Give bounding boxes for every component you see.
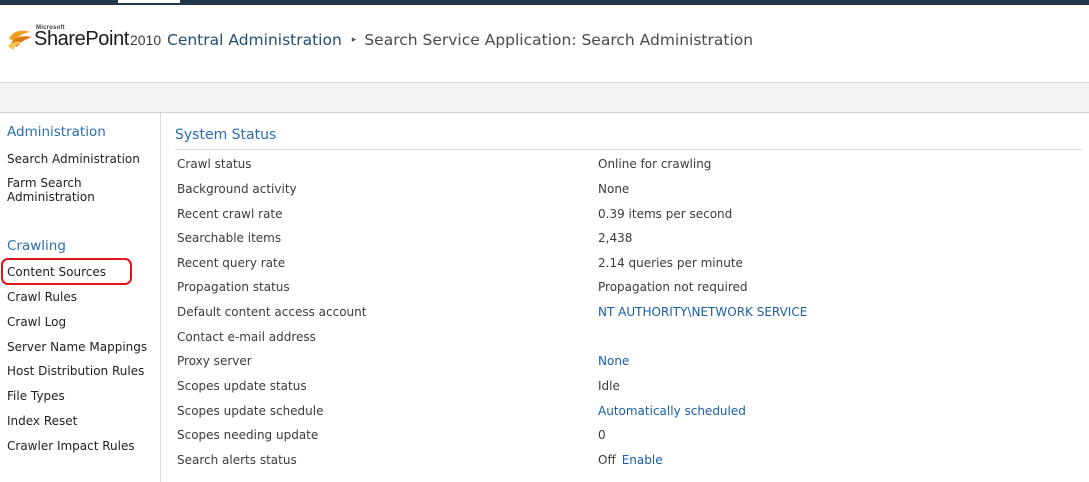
- logo-product-name: SharePoint2010: [34, 28, 161, 51]
- status-row-search-alerts-status: Search alerts status Off Enable: [177, 453, 1082, 477]
- sharepoint-logo-icon: [8, 30, 32, 50]
- nav-item-index-reset[interactable]: Index Reset: [7, 414, 77, 428]
- status-row-contact-email: Contact e-mail address: [177, 330, 1082, 354]
- status-label: Default content access account: [177, 305, 367, 319]
- status-row-crawl-status: Crawl status Online for crawling: [177, 157, 1082, 181]
- status-label: Proxy server: [177, 354, 252, 368]
- status-label: Background activity: [177, 182, 297, 196]
- status-label: Scopes needing update: [177, 428, 319, 442]
- section-divider: [175, 149, 1082, 150]
- status-value: Online for crawling: [598, 157, 712, 171]
- status-value: 0.39 items per second: [598, 207, 733, 221]
- logo-year: 2010: [129, 32, 162, 48]
- status-value: 2.14 queries per minute: [598, 256, 743, 270]
- nav-heading-crawling[interactable]: Crawling: [7, 238, 66, 254]
- status-label: Search alerts status: [177, 453, 297, 467]
- status-label: Scopes update schedule: [177, 404, 324, 418]
- status-row-default-content-access-account: Default content access account NT AUTHOR…: [177, 305, 1082, 329]
- status-value: Off Enable: [598, 453, 663, 467]
- nav-item-crawl-log[interactable]: Crawl Log: [7, 315, 66, 329]
- system-status-section: System Status Crawl status Online for cr…: [175, 113, 1083, 482]
- breadcrumb-current-page: Search Service Application: Search Admin…: [364, 31, 754, 49]
- nav-item-file-types[interactable]: File Types: [7, 389, 65, 403]
- status-label: Crawl status: [177, 157, 252, 171]
- status-value: Propagation not required: [598, 280, 748, 294]
- status-label: Propagation status: [177, 280, 290, 294]
- section-title-system-status: System Status: [175, 127, 277, 143]
- status-label: Recent crawl rate: [177, 207, 283, 221]
- search-alerts-state: Off: [598, 453, 616, 467]
- ribbon-tab-indicator[interactable]: [118, 0, 180, 3]
- logo-product-text: SharePoint: [34, 28, 129, 50]
- status-row-searchable-items: Searchable items 2,438: [177, 231, 1082, 255]
- status-row-recent-query-rate: Recent query rate 2.14 queries per minut…: [177, 256, 1082, 280]
- enable-search-alerts-link[interactable]: Enable: [622, 453, 663, 467]
- status-row-scopes-needing-update: Scopes needing update 0: [177, 428, 1082, 452]
- status-value: Idle: [598, 379, 620, 393]
- nav-item-farm-search-administration[interactable]: Farm Search Administration: [7, 176, 127, 204]
- nav-item-search-administration[interactable]: Search Administration: [7, 152, 140, 166]
- status-row-scopes-update-status: Scopes update status Idle: [177, 379, 1082, 403]
- status-row-recent-crawl-rate: Recent crawl rate 0.39 items per second: [177, 207, 1082, 231]
- nav-item-crawl-rules[interactable]: Crawl Rules: [7, 290, 77, 304]
- nav-heading-administration[interactable]: Administration: [7, 124, 106, 140]
- breadcrumb-central-administration[interactable]: Central Administration: [167, 31, 342, 49]
- nav-item-crawler-impact-rules[interactable]: Crawler Impact Rules: [7, 439, 135, 453]
- status-row-scopes-update-schedule: Scopes update schedule Automatically sch…: [177, 404, 1082, 428]
- proxy-server-link[interactable]: None: [598, 354, 629, 368]
- sharepoint-logo[interactable]: Microsoft SharePoint2010: [6, 23, 162, 59]
- status-label: Searchable items: [177, 231, 282, 245]
- left-navigation: Administration Search Administration Far…: [0, 113, 161, 482]
- status-value: 2,438: [598, 231, 633, 245]
- status-row-propagation-status: Propagation status Propagation not requi…: [177, 280, 1082, 304]
- status-row-background-activity: Background activity None: [177, 182, 1082, 206]
- scopes-update-schedule-link[interactable]: Automatically scheduled: [598, 404, 746, 418]
- status-label: Contact e-mail address: [177, 330, 316, 344]
- default-content-access-account-link[interactable]: NT AUTHORITY\NETWORK SERVICE: [598, 305, 807, 319]
- breadcrumb-separator-icon: ▸: [351, 35, 357, 45]
- status-label: Scopes update status: [177, 379, 307, 393]
- toolbar-band: [0, 83, 1089, 113]
- status-value: None: [598, 182, 630, 196]
- title-area: Microsoft SharePoint2010 Central Adminis…: [0, 5, 1089, 83]
- nav-item-content-sources[interactable]: Content Sources: [7, 265, 106, 279]
- status-label: Recent query rate: [177, 256, 286, 270]
- nav-item-host-distribution-rules[interactable]: Host Distribution Rules: [7, 364, 144, 378]
- status-row-proxy-server: Proxy server None: [177, 354, 1082, 378]
- status-value: 0: [598, 428, 606, 442]
- breadcrumb: Central Administration ▸ Search Service …: [167, 31, 753, 49]
- nav-item-server-name-mappings[interactable]: Server Name Mappings: [7, 340, 147, 354]
